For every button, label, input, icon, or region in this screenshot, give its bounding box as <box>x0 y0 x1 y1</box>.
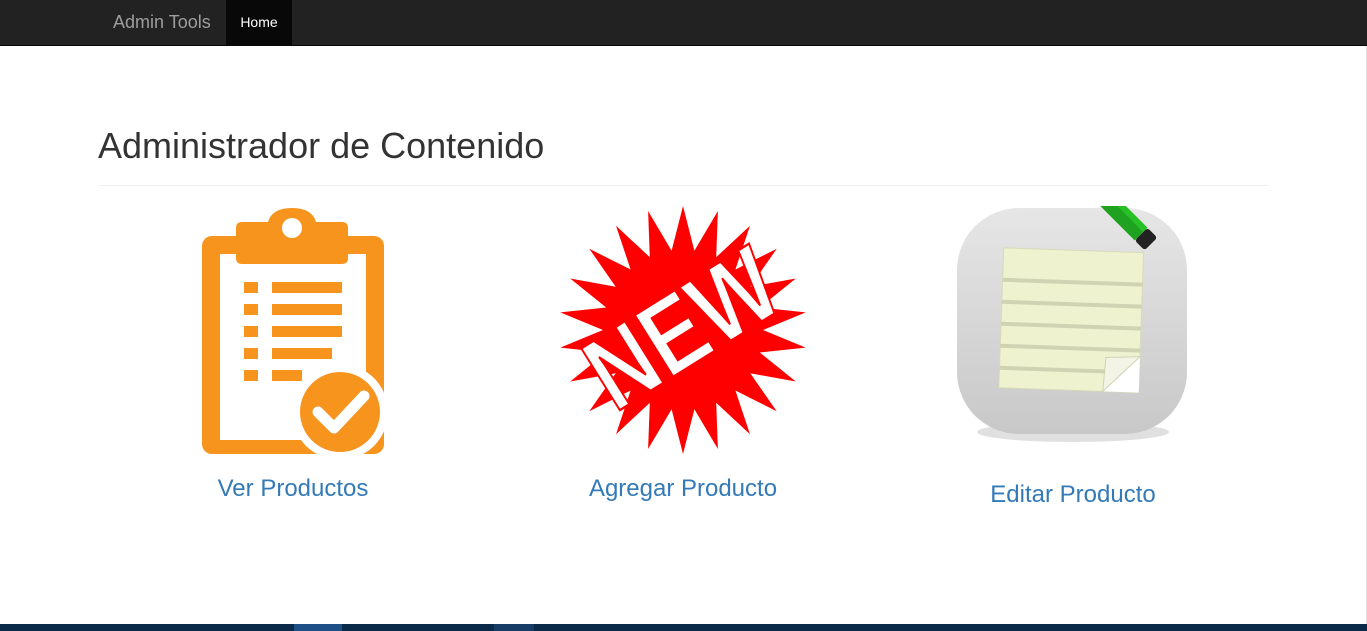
ver-productos-link[interactable]: Ver Productos <box>143 475 443 503</box>
header-divider <box>98 185 1268 186</box>
os-taskbar <box>0 624 1367 631</box>
clipboard-check-icon[interactable] <box>198 206 388 460</box>
taskbar-app-button[interactable] <box>294 624 342 631</box>
top-navbar: Admin Tools Home <box>0 0 1367 46</box>
navbar-brand[interactable]: Admin Tools <box>113 0 211 46</box>
notepad-pencil-icon[interactable] <box>955 129 1191 446</box>
agregar-producto-link[interactable]: Agregar Producto <box>533 475 833 503</box>
new-starburst-icon[interactable]: NEW <box>555 204 811 456</box>
editar-producto-link[interactable]: Editar Producto <box>923 481 1223 509</box>
nav-item-home[interactable]: Home <box>226 0 292 46</box>
page-title: Administrador de Contenido <box>98 125 545 166</box>
taskbar-app-button[interactable] <box>494 624 534 631</box>
